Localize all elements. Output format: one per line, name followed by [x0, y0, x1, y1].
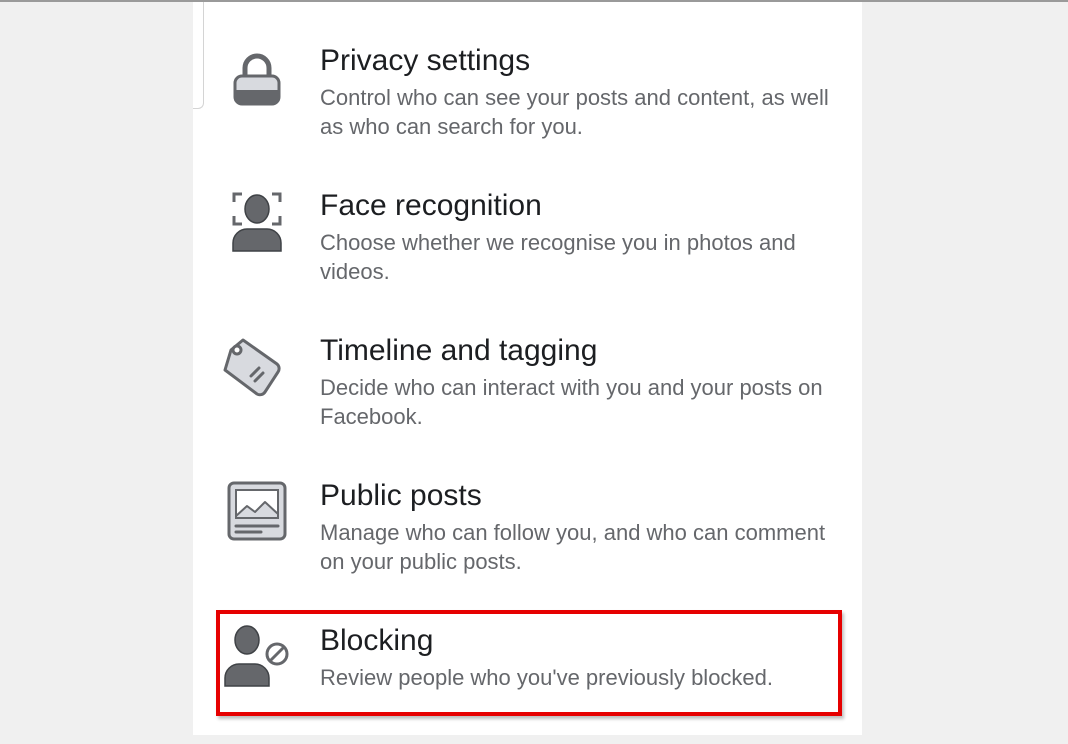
settings-item-public-posts[interactable]: Public posts Manage who can follow you, … [193, 479, 862, 599]
settings-item-title: Face recognition [320, 189, 542, 222]
lock-icon [221, 46, 293, 118]
settings-item-timeline-tagging[interactable]: Timeline and tagging Decide who can inte… [193, 334, 862, 454]
person-blocked-icon [221, 620, 293, 692]
settings-item-title: Timeline and tagging [320, 334, 598, 367]
settings-item-description: Decide who can interact with you and you… [320, 375, 823, 429]
settings-item-description: Review people who you've previously bloc… [320, 665, 774, 690]
settings-item-face-recognition[interactable]: Face recognition Choose whether we recog… [193, 189, 862, 309]
settings-item-title: Privacy settings [320, 44, 531, 77]
picture-frame-icon [221, 479, 293, 551]
settings-panel: Privacy settings Control who can see you… [193, 2, 862, 735]
settings-item-description: Choose whether we recognise you in photo… [320, 230, 796, 284]
settings-item-description: Manage who can follow you, and who can c… [320, 520, 826, 574]
settings-item-description: Control who can see your posts and conte… [320, 85, 829, 139]
settings-item-title: Public posts [320, 479, 482, 512]
settings-item-title: Blocking [320, 624, 434, 657]
settings-item-blocking[interactable]: Blocking Review people who you've previo… [193, 624, 862, 744]
tag-icon [215, 332, 287, 404]
face-scan-icon [221, 185, 293, 257]
settings-item-privacy[interactable]: Privacy settings Control who can see you… [193, 44, 862, 164]
